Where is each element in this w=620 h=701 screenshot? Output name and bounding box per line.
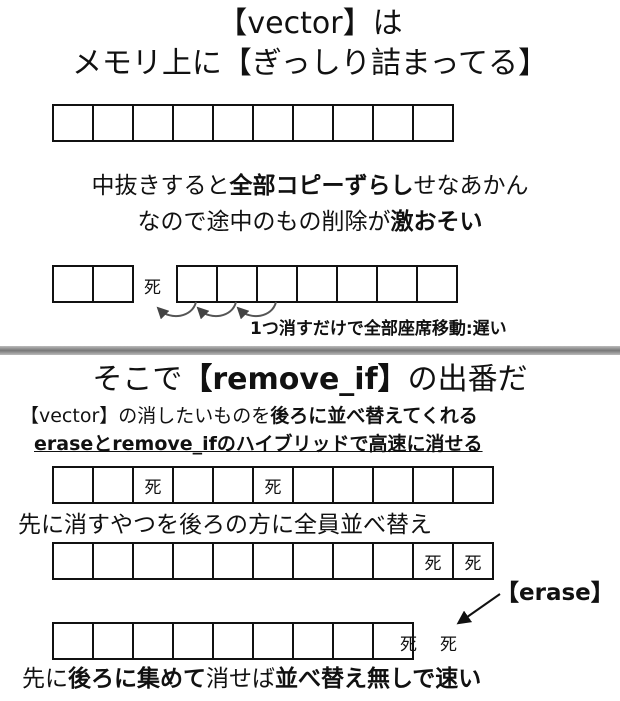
conclusion-emphasis-1: 後ろに集めて bbox=[68, 666, 206, 692]
memory-cell bbox=[252, 622, 294, 660]
memory-cell bbox=[292, 104, 334, 142]
desc1-part-a: 中抜きすると bbox=[91, 173, 230, 199]
section-divider bbox=[0, 346, 620, 355]
memory-cell bbox=[372, 466, 414, 504]
memory-cell bbox=[296, 265, 338, 303]
memory-cell bbox=[412, 466, 454, 504]
memory-cell bbox=[172, 466, 214, 504]
bottom-title-emphasis: 【remove_if】 bbox=[182, 362, 408, 397]
desc2-emphasis: 激おそい bbox=[390, 209, 483, 235]
bottom-title-part-c: の出番だ bbox=[407, 362, 528, 397]
memory-cell: 死 bbox=[252, 466, 294, 504]
desc1-emphasis: 全部コピーずらし bbox=[229, 173, 414, 199]
top-title-line2: メモリ上に【ぎっしり詰まってる】 bbox=[71, 46, 549, 81]
memory-cell bbox=[252, 104, 294, 142]
step3-row bbox=[52, 622, 414, 660]
memory-cell bbox=[332, 466, 374, 504]
memory-cell bbox=[212, 622, 254, 660]
memory-cell bbox=[216, 265, 258, 303]
dead-mark: 死 bbox=[144, 278, 161, 298]
memory-cell bbox=[52, 622, 94, 660]
memory-cell bbox=[92, 542, 134, 580]
memory-cell bbox=[52, 542, 94, 580]
bottom-line1: 【vector】の消したいものを後ろに並べ替えてくれる bbox=[20, 404, 478, 428]
shift-note: 1つ消すだけで全部座席移動:遅い bbox=[250, 319, 507, 339]
conclusion-part-a: 先に bbox=[22, 666, 68, 692]
bottom-line2: eraseとremove_ifのハイブリッドで高速に消せる bbox=[34, 433, 483, 455]
memory-cell bbox=[92, 622, 134, 660]
memory-cell bbox=[132, 622, 174, 660]
line1-emphasis: 後ろに並べ替えてくれる bbox=[270, 405, 478, 427]
memory-cell bbox=[252, 542, 294, 580]
memory-cell bbox=[212, 542, 254, 580]
memory-cell bbox=[292, 542, 334, 580]
memory-cell bbox=[176, 265, 218, 303]
shift-arrow bbox=[156, 301, 197, 320]
erased-mark: 死 bbox=[400, 635, 417, 655]
memory-cell bbox=[292, 466, 334, 504]
conclusion: 先に後ろに集めて消せば並べ替え無しで速い bbox=[22, 664, 481, 694]
memory-cell bbox=[292, 622, 334, 660]
memory-cell bbox=[172, 104, 214, 142]
step1-caption: 先に消すやつを後ろの方に全員並べ替え bbox=[18, 512, 432, 538]
memory-cell bbox=[92, 104, 134, 142]
memory-cell bbox=[452, 466, 494, 504]
memory-cell bbox=[132, 542, 174, 580]
desc1-part-c: せなあかん bbox=[413, 173, 529, 199]
shift-arrow bbox=[236, 301, 277, 320]
memory-cell bbox=[372, 104, 414, 142]
memory-cell bbox=[52, 104, 94, 142]
top-title-line1: 【vector】は bbox=[217, 6, 403, 41]
step1-row: 死 死 bbox=[52, 466, 494, 504]
memory-cell bbox=[212, 104, 254, 142]
memory-cell bbox=[376, 265, 418, 303]
bottom-title: そこで【remove_if】の出番だ bbox=[0, 362, 620, 398]
top-desc-line2: なので途中のもの削除が激おそい bbox=[0, 207, 620, 237]
memory-cell bbox=[412, 104, 454, 142]
memory-cell: 死 bbox=[132, 466, 174, 504]
memory-row-left bbox=[52, 265, 134, 303]
memory-cell: 死 bbox=[452, 542, 494, 580]
bottom-title-part-a: そこで bbox=[92, 362, 183, 397]
conclusion-emphasis-2: 並べ替え無しで速い bbox=[275, 666, 482, 692]
erase-label: 【erase】 bbox=[496, 580, 614, 606]
memory-cell bbox=[172, 542, 214, 580]
erased-mark: 死 bbox=[440, 635, 457, 655]
memory-cell bbox=[332, 104, 374, 142]
memory-cell bbox=[416, 265, 458, 303]
memory-cell bbox=[172, 622, 214, 660]
erase-arrow bbox=[456, 593, 501, 625]
memory-cell bbox=[92, 265, 134, 303]
memory-cell bbox=[256, 265, 298, 303]
step2-row: 死 死 bbox=[52, 542, 494, 580]
memory-cell bbox=[52, 265, 94, 303]
memory-cell bbox=[372, 542, 414, 580]
memory-row-full bbox=[52, 104, 454, 142]
top-desc-line1: 中抜きすると全部コピーずらしせなあかん bbox=[0, 171, 620, 201]
memory-cell bbox=[336, 265, 378, 303]
shift-arrow bbox=[196, 301, 237, 320]
desc2-part-a: なので途中のもの削除が bbox=[137, 209, 391, 235]
memory-row-right bbox=[176, 265, 458, 303]
memory-cell bbox=[132, 104, 174, 142]
memory-cell: 死 bbox=[412, 542, 454, 580]
memory-cell bbox=[332, 622, 374, 660]
erase-arrow-line bbox=[456, 593, 501, 625]
memory-cell bbox=[92, 466, 134, 504]
memory-cell bbox=[212, 466, 254, 504]
conclusion-part-c: 消せば bbox=[206, 666, 275, 692]
line1-part-a: 【vector】の消したいものを bbox=[20, 405, 271, 427]
memory-cell bbox=[332, 542, 374, 580]
memory-cell bbox=[52, 466, 94, 504]
